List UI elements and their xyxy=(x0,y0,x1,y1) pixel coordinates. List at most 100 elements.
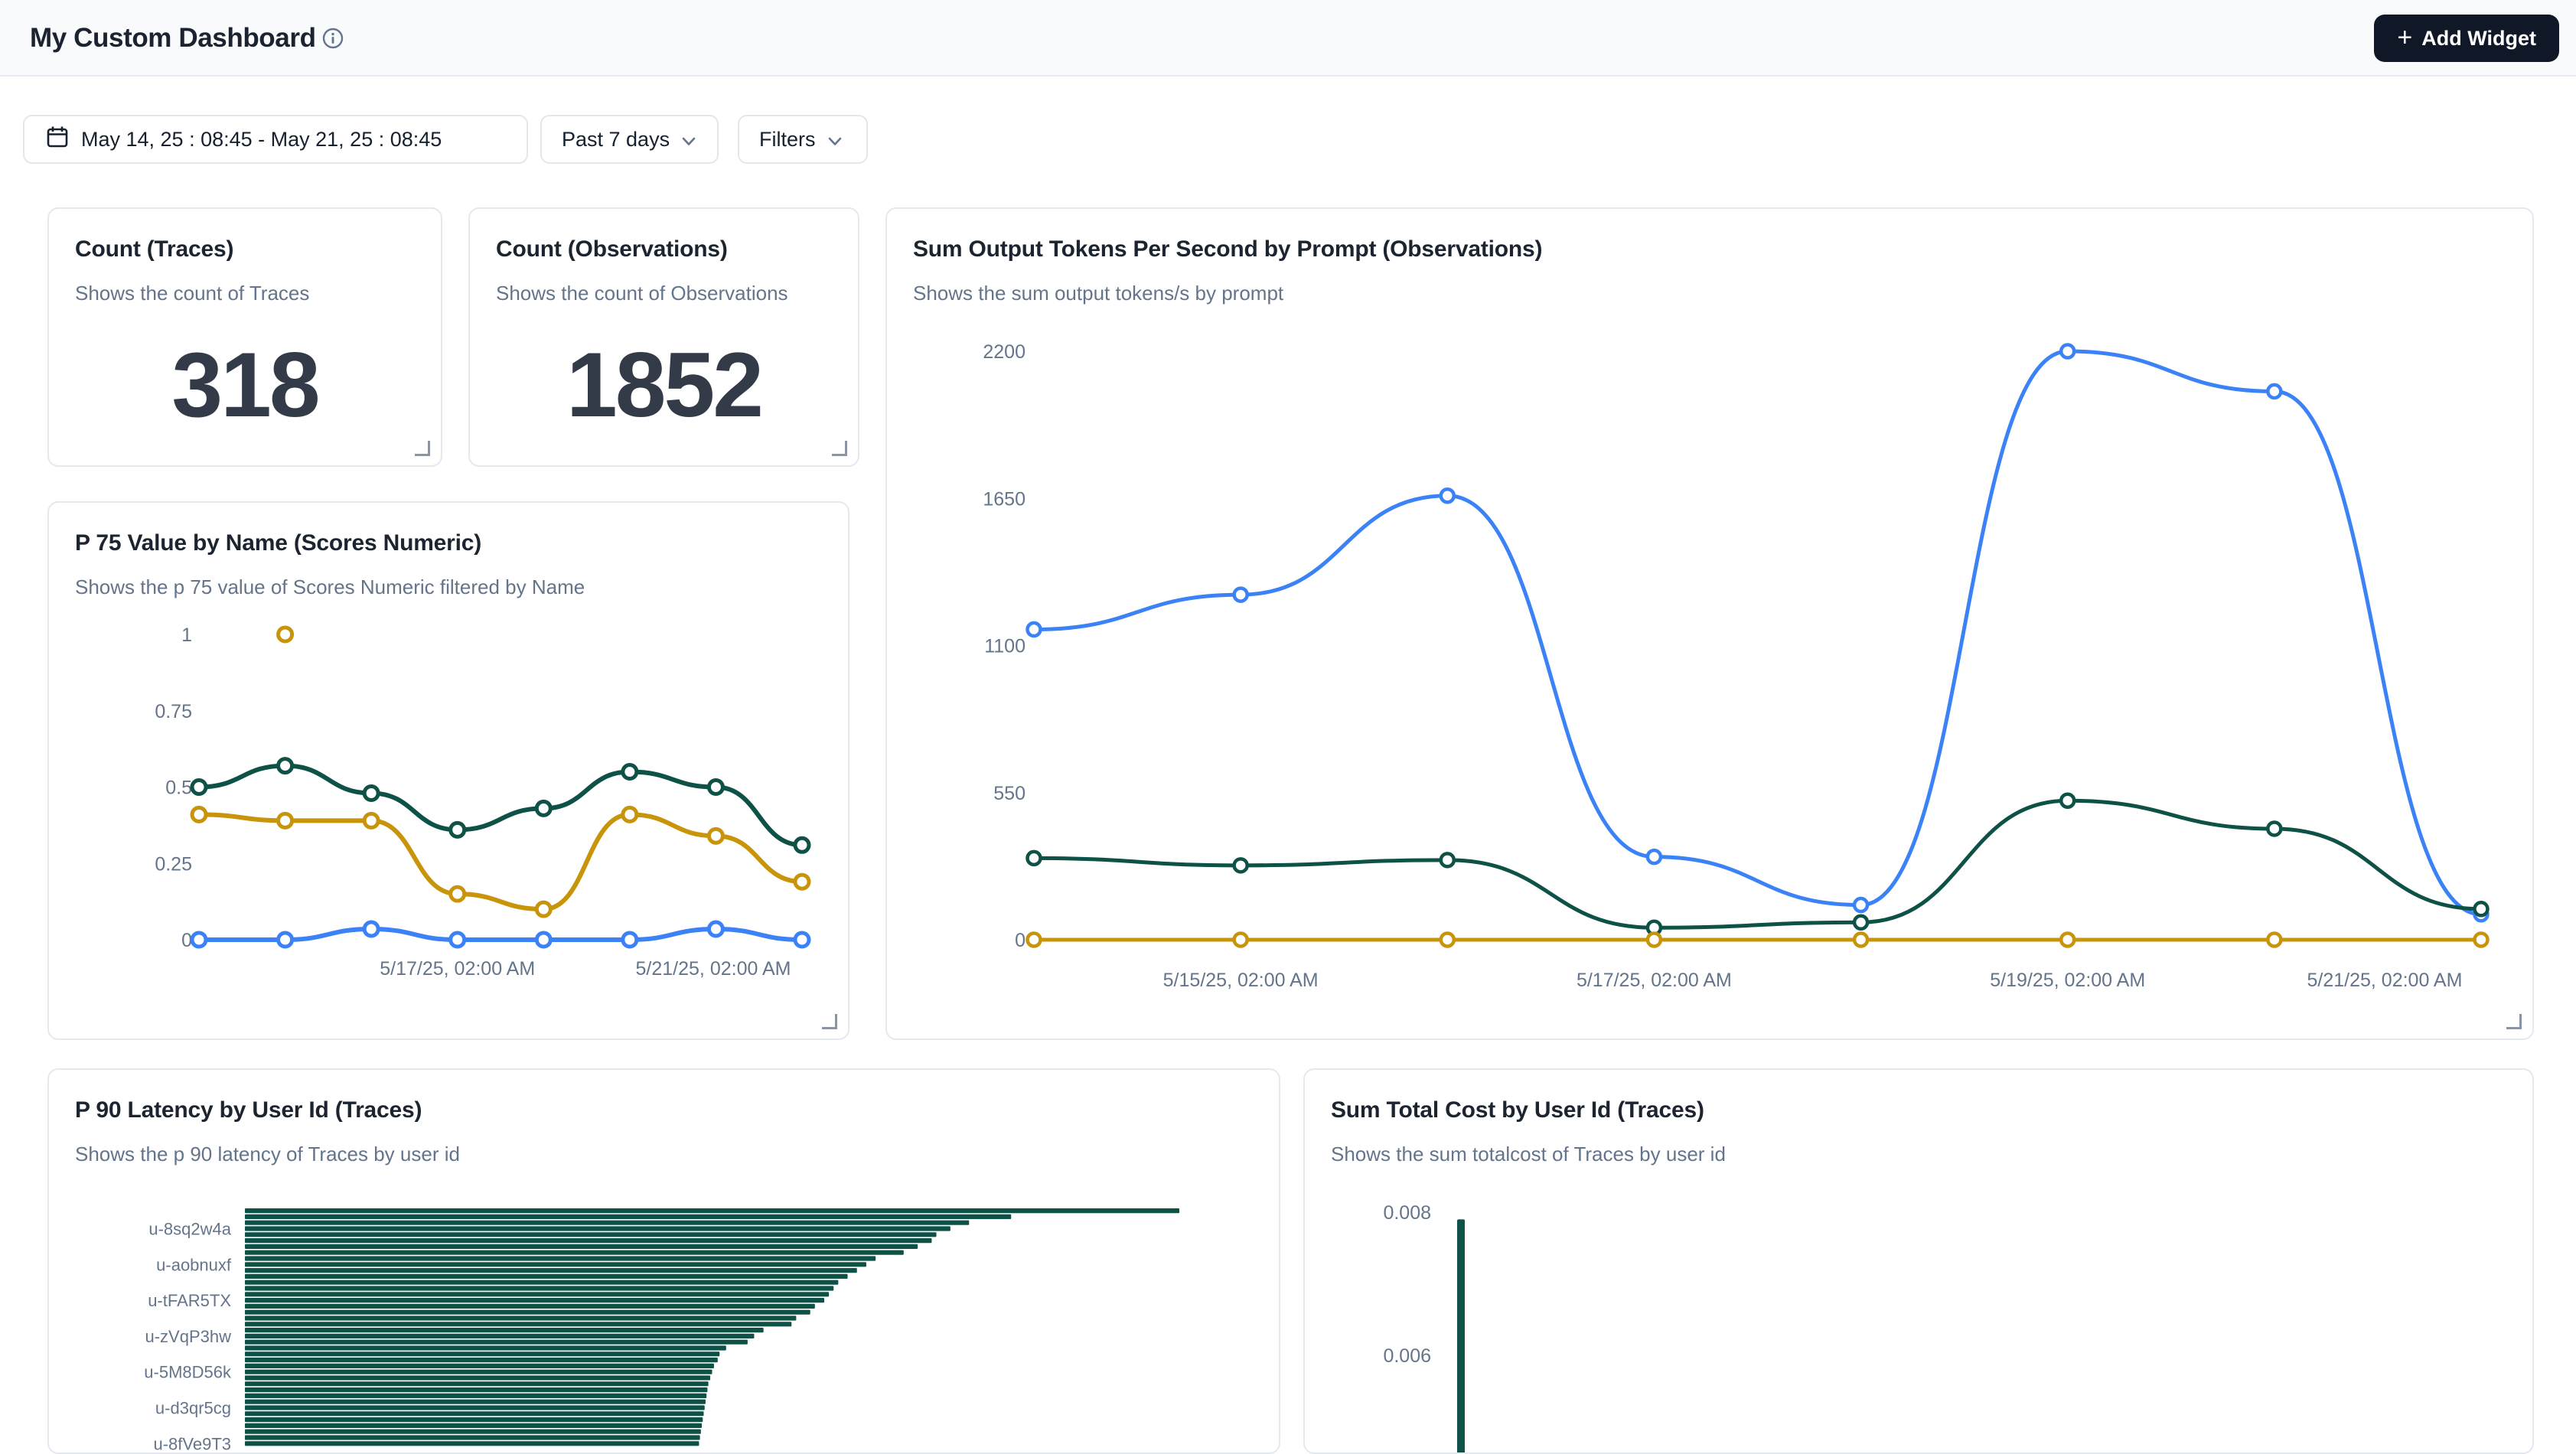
info-icon[interactable] xyxy=(322,28,344,49)
bar-chart-svg: 0.0080.006 xyxy=(1305,1070,2534,1454)
bar xyxy=(245,1375,710,1380)
resize-handle-icon[interactable] xyxy=(415,441,430,456)
bar xyxy=(245,1417,703,1422)
point-marker xyxy=(2268,934,2281,947)
point-marker xyxy=(623,933,637,947)
bar xyxy=(245,1381,709,1386)
point-marker xyxy=(2061,345,2074,358)
point-marker xyxy=(1441,853,1454,866)
point-marker xyxy=(451,823,465,836)
point-marker xyxy=(279,813,292,827)
y-axis-tick-label: 0 xyxy=(1015,930,1026,951)
bar xyxy=(245,1298,824,1302)
tokens-line-chart[interactable]: 05501100165022005/15/25, 02:00 AM5/17/25… xyxy=(887,209,2534,1040)
bar xyxy=(245,1214,1011,1219)
bar xyxy=(245,1226,951,1231)
widget-title: Count (Traces) xyxy=(75,236,418,262)
y-axis-tick-label: 1 xyxy=(181,624,192,646)
bar xyxy=(245,1221,969,1225)
y-axis-tick-label: 0.006 xyxy=(1383,1345,1431,1367)
point-marker xyxy=(1441,934,1454,947)
bar xyxy=(245,1328,764,1332)
point-marker xyxy=(1234,588,1247,601)
widget-tokens-per-second: Sum Output Tokens Per Second by Prompt (… xyxy=(885,207,2534,1040)
point-marker xyxy=(536,933,550,947)
bar xyxy=(245,1232,937,1237)
bar xyxy=(245,1340,748,1345)
point-marker xyxy=(536,902,550,916)
point-marker xyxy=(364,922,378,936)
bar xyxy=(245,1286,833,1290)
page-title: My Custom Dashboard xyxy=(30,23,316,54)
date-range-value: May 14, 25 : 08:45 - May 21, 25 : 08:45 xyxy=(81,128,442,152)
bar xyxy=(245,1310,810,1315)
widget-count-traces: Count (Traces) Shows the count of Traces… xyxy=(47,207,442,467)
y-axis-tick-label: 0.25 xyxy=(155,853,192,875)
point-marker xyxy=(451,887,465,901)
bar xyxy=(245,1208,1179,1213)
p90-bar-chart[interactable]: u-8sq2w4au-aobnuxfu-tFAR5TXu-zVqP3hwu-5M… xyxy=(49,1070,1280,1454)
bar xyxy=(245,1423,702,1428)
y-axis-category-label: u-tFAR5TX xyxy=(148,1291,231,1310)
line-series xyxy=(1034,800,2481,927)
filters-dropdown[interactable]: Filters xyxy=(738,115,868,164)
bar xyxy=(245,1387,707,1392)
point-marker xyxy=(795,875,809,888)
point-marker xyxy=(623,765,637,779)
date-range-picker[interactable]: May 14, 25 : 08:45 - May 21, 25 : 08:45 xyxy=(23,115,528,164)
bar xyxy=(245,1280,838,1285)
bar xyxy=(245,1411,704,1416)
plus-icon: + xyxy=(2397,24,2412,51)
widget-count-observations: Count (Observations) Shows the count of … xyxy=(468,207,859,467)
resize-handle-icon[interactable] xyxy=(822,1014,837,1029)
widget-subtitle: Shows the count of Observations xyxy=(496,282,835,305)
y-axis-category-label: u-5M8D56k xyxy=(144,1363,232,1382)
point-marker xyxy=(1648,934,1661,947)
point-marker xyxy=(623,807,637,821)
point-marker xyxy=(451,933,465,947)
point-marker xyxy=(1028,852,1041,865)
point-marker xyxy=(1028,934,1041,947)
y-axis-category-label: u-zVqP3hw xyxy=(145,1327,231,1346)
point-marker xyxy=(364,786,378,800)
widget-title: Count (Observations) xyxy=(496,236,835,262)
cost-bar-chart[interactable]: 0.0080.006 xyxy=(1305,1070,2534,1454)
point-marker xyxy=(2061,794,2074,807)
point-marker xyxy=(192,933,206,947)
point-marker xyxy=(192,807,206,821)
resize-handle-icon[interactable] xyxy=(832,441,847,456)
point-marker xyxy=(1234,859,1247,872)
point-marker xyxy=(279,933,292,947)
bar xyxy=(245,1345,726,1350)
x-axis-tick-label: 5/17/25, 02:00 AM xyxy=(1577,970,1732,991)
bar xyxy=(245,1358,718,1362)
bar xyxy=(245,1292,829,1296)
point-marker xyxy=(1028,623,1041,636)
bar xyxy=(245,1315,796,1320)
point-marker xyxy=(1234,934,1247,947)
point-marker xyxy=(709,781,722,794)
point-marker xyxy=(2474,934,2487,947)
x-axis-tick-label: 5/17/25, 02:00 AM xyxy=(380,958,535,980)
point-marker xyxy=(1648,850,1661,863)
count-value: 1852 xyxy=(470,330,858,441)
y-axis-tick-label: 2200 xyxy=(983,341,1026,363)
bar xyxy=(245,1244,918,1249)
p75-line-chart[interactable]: 00.250.50.7515/17/25, 02:00 AM5/21/25, 0… xyxy=(49,503,849,1040)
point-marker xyxy=(364,813,378,827)
point-marker xyxy=(192,781,206,794)
bar xyxy=(245,1364,714,1368)
point-marker xyxy=(279,759,292,773)
point-marker xyxy=(1854,898,1867,911)
y-axis-tick-label: 550 xyxy=(993,783,1026,804)
point-marker xyxy=(1854,916,1867,929)
point-marker xyxy=(1441,489,1454,502)
add-widget-button[interactable]: + Add Widget xyxy=(2374,15,2559,62)
y-axis-category-label: u-8sq2w4a xyxy=(148,1220,231,1239)
bar xyxy=(245,1394,706,1398)
point-marker xyxy=(1854,934,1867,947)
resize-handle-icon[interactable] xyxy=(2506,1014,2522,1029)
date-preset-dropdown[interactable]: Past 7 days xyxy=(540,115,719,164)
bar xyxy=(245,1370,712,1374)
y-axis-tick-label: 1100 xyxy=(984,636,1026,657)
